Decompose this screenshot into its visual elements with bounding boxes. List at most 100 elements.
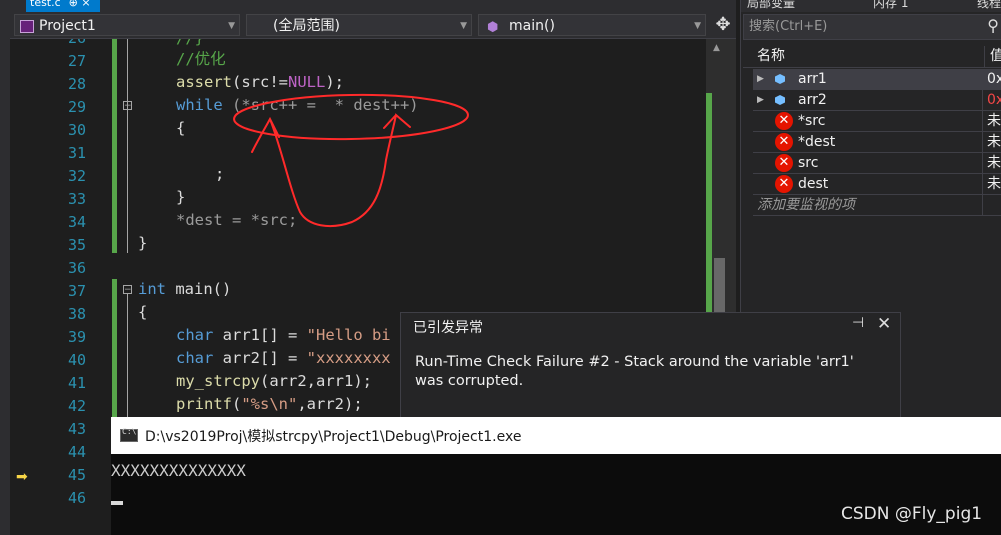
line-number: 39 xyxy=(67,328,86,346)
column-divider[interactable] xyxy=(984,46,985,67)
line-number: 33 xyxy=(67,190,86,208)
console-icon-text: C:\ xyxy=(122,427,137,436)
close-icon[interactable]: ✕ xyxy=(877,314,891,334)
scope-dropdown[interactable]: (全局范围) ▼ xyxy=(246,14,472,36)
column-divider xyxy=(982,69,983,89)
line-number: 30 xyxy=(67,121,86,139)
code-line-34: *dest = *src; xyxy=(176,211,298,229)
watermark: CSDN @Fly_pig1 xyxy=(841,504,983,524)
line-number: 46 xyxy=(67,489,86,507)
line-number: 37 xyxy=(67,282,86,300)
code-line-39: char arr1[] = "Hello bi xyxy=(176,326,391,344)
watch-variable-value: 0x xyxy=(987,92,1001,108)
code-line-41: my_strcpy(arr2,arr1); xyxy=(176,372,372,390)
variable-cube-icon xyxy=(775,95,785,105)
watch-variable-name: src xyxy=(798,155,819,171)
line-number: 34 xyxy=(67,213,86,231)
error-icon: ✕ xyxy=(775,133,793,151)
tab-pin-close-icons[interactable]: ⊕ × xyxy=(69,0,91,9)
watch-column-header: 名称 值 xyxy=(743,46,1001,68)
expand-arrow-icon[interactable]: ▶ xyxy=(757,69,764,89)
watch-row-deref-src[interactable]: ✕ *src 未 xyxy=(753,111,1001,132)
debug-gutter xyxy=(0,0,10,535)
watch-variable-name: *src xyxy=(798,113,826,129)
code-line-33: } xyxy=(176,188,186,206)
line-number: 27 xyxy=(67,52,86,70)
navigation-bar: Project1 ▼ (全局范围) ▼ ⬢ main() ▼ ✥ xyxy=(10,12,736,39)
line-number: 44 xyxy=(67,443,86,461)
watch-row-src[interactable]: ✕ src 未 xyxy=(753,153,1001,174)
project-dropdown[interactable]: Project1 ▼ xyxy=(14,14,240,36)
watch-row-dest[interactable]: ✕ dest 未 xyxy=(753,174,1001,195)
watch-row-deref-dest[interactable]: ✕ *dest 未 xyxy=(753,132,1001,153)
watch-variable-value: 未 xyxy=(987,176,1001,192)
code-line-37: int main() xyxy=(138,280,232,298)
console-output: XXXXXXXXXXXXXX xyxy=(111,461,246,480)
line-number-margin: 2627282930313233343536373839404142434445… xyxy=(10,39,88,535)
scope-dropdown-value: (全局范围) xyxy=(273,18,340,34)
add-watch-item[interactable]: 添加要监视的项 xyxy=(753,195,1001,216)
search-placeholder: 搜索(Ctrl+E) xyxy=(749,19,828,34)
error-icon: ✕ xyxy=(775,175,793,193)
line-number: 42 xyxy=(67,397,86,415)
column-divider xyxy=(982,195,983,215)
tab-memory[interactable]: 内存 1 xyxy=(873,0,908,11)
split-editor-icon[interactable]: ✥ xyxy=(712,12,734,38)
watch-search-input[interactable]: 搜索(Ctrl+E) ⚲ xyxy=(743,14,1001,40)
tab-label: test.c xyxy=(30,0,61,9)
variable-cube-icon xyxy=(775,74,785,84)
line-number: 41 xyxy=(67,374,86,392)
column-divider xyxy=(982,111,983,131)
console-app-icon: C:\ xyxy=(120,427,138,442)
console-cursor xyxy=(111,501,123,505)
tab-test-c[interactable]: test.c ⊕ × xyxy=(26,0,100,12)
column-divider xyxy=(982,174,983,194)
column-name-header[interactable]: 名称 xyxy=(757,46,785,67)
search-icon[interactable]: ⚲ xyxy=(987,14,999,38)
change-marker xyxy=(112,39,117,253)
code-line-32: ; xyxy=(215,165,225,183)
function-cube-icon: ⬢ xyxy=(487,20,499,35)
code-line-35: } xyxy=(138,234,148,252)
watch-row-arr2[interactable]: ▶ arr2 0x xyxy=(753,90,1001,111)
watch-variable-name: arr1 xyxy=(798,71,827,87)
pin-icon[interactable]: ⊣ xyxy=(852,315,864,331)
line-number: 40 xyxy=(67,351,86,369)
watch-variable-name: arr2 xyxy=(798,92,827,108)
error-icon: ✕ xyxy=(775,154,793,172)
collapse-icon[interactable]: − xyxy=(123,285,132,295)
tab-locals[interactable]: 局部变量 xyxy=(747,0,795,11)
fold-guide xyxy=(127,39,128,253)
watch-variable-value: 0x xyxy=(987,71,1001,87)
project-dropdown-value: Project1 xyxy=(39,18,96,34)
exception-title: 已引发异常 xyxy=(413,320,483,336)
project-icon xyxy=(20,20,34,33)
watch-row-arr1[interactable]: ▶ arr1 0x xyxy=(753,69,1001,90)
expand-arrow-icon[interactable]: ▶ xyxy=(757,90,764,110)
code-line-42: printf("%s\n",arr2); xyxy=(176,395,363,413)
document-tab-bar: test.c ⊕ × xyxy=(10,0,736,12)
current-statement-arrow-icon: ➡ xyxy=(16,469,28,485)
line-number: 38 xyxy=(67,305,86,323)
watch-variable-value: 未 xyxy=(987,134,1001,150)
tab-threads[interactable]: 线程 xyxy=(977,0,1001,11)
code-line-38: { xyxy=(138,303,148,321)
line-number: 31 xyxy=(67,144,86,162)
watch-variable-name: dest xyxy=(798,176,829,192)
line-number: 35 xyxy=(67,236,86,254)
column-divider xyxy=(982,153,983,173)
line-number: 32 xyxy=(67,167,86,185)
exception-message: Run-Time Check Failure #2 - Stack around… xyxy=(415,354,854,389)
add-watch-placeholder: 添加要监视的项 xyxy=(757,197,855,213)
function-dropdown-value: main() xyxy=(509,18,555,34)
function-dropdown[interactable]: ⬢ main() ▼ xyxy=(478,14,706,36)
line-number: 36 xyxy=(67,259,86,277)
line-number: 43 xyxy=(67,420,86,438)
scroll-up-icon[interactable]: ▲ xyxy=(713,43,720,53)
line-number: 29 xyxy=(67,98,86,116)
line-number: 26 xyxy=(10,39,86,50)
column-divider xyxy=(982,90,983,110)
console-titlebar[interactable]: C:\ D:\vs2019Proj\模拟strcpy\Project1\Debu… xyxy=(111,417,1001,454)
column-value-header[interactable]: 值 xyxy=(990,46,1001,67)
panel-tab-strip: 局部变量 内存 1 线程 xyxy=(741,0,1001,12)
